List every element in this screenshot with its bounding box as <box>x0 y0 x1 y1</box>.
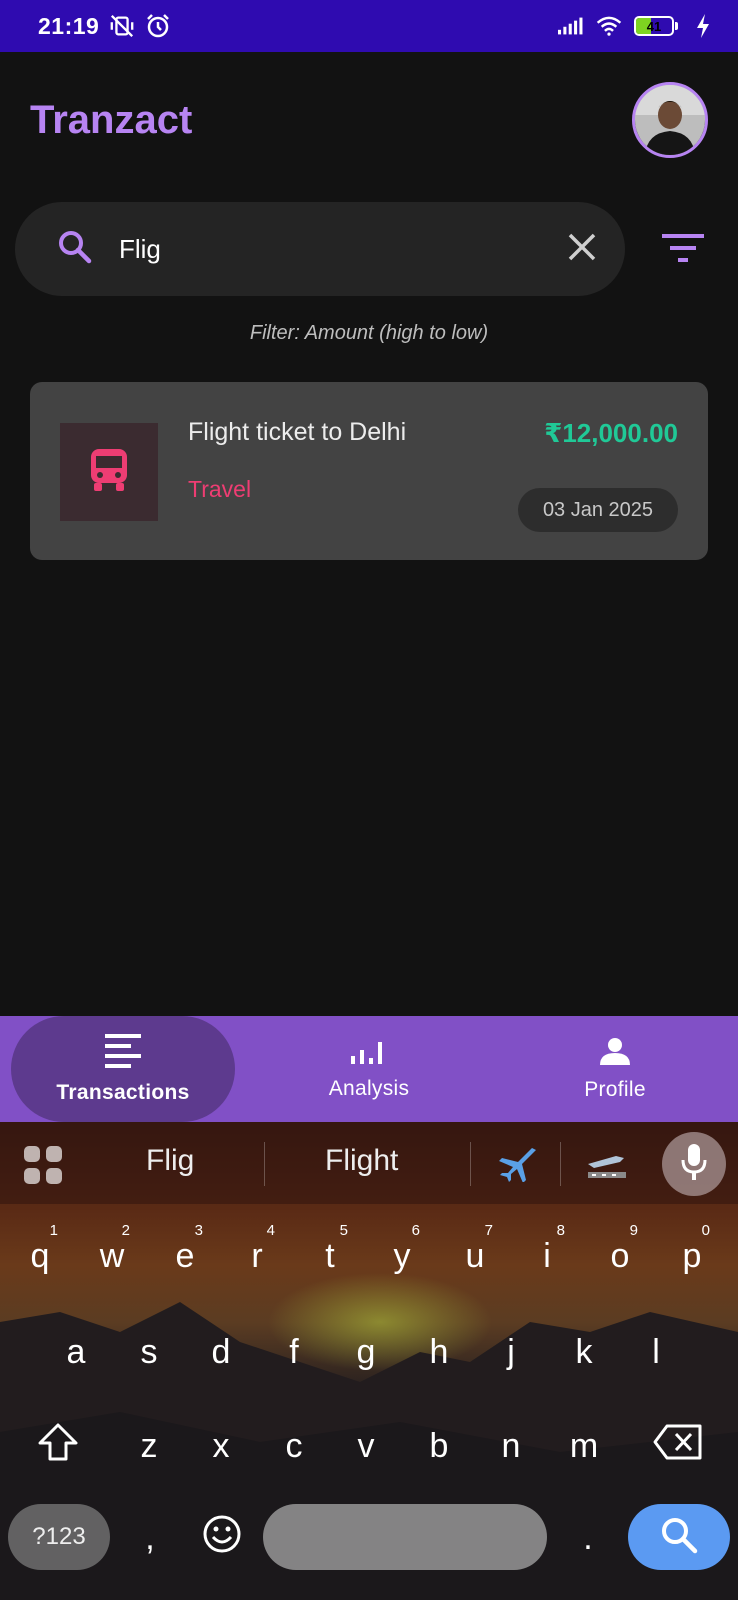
key-z[interactable]: z <box>117 1406 181 1486</box>
period-key[interactable]: . <box>556 1498 620 1578</box>
filter-icon <box>662 232 704 269</box>
search-icon <box>57 229 93 270</box>
apps-grid-icon[interactable] <box>24 1146 62 1184</box>
key-u[interactable]: 7u <box>443 1216 507 1296</box>
key-l[interactable]: l <box>624 1312 688 1392</box>
backspace-icon <box>653 1424 703 1469</box>
status-bar: 21:19 41 <box>0 0 738 52</box>
key-n[interactable]: n <box>479 1406 543 1486</box>
keyboard: Flig Flight 1q 2w 3e 4r 5t 6y 7u 8i 9o 0… <box>0 1122 738 1600</box>
suggestion-1[interactable]: Flig <box>146 1144 194 1178</box>
key-d[interactable]: d <box>189 1312 253 1392</box>
smiley-icon <box>202 1514 242 1563</box>
nav-label-transactions: Transactions <box>56 1080 190 1104</box>
filter-button[interactable] <box>658 228 708 272</box>
space-key[interactable] <box>263 1504 547 1570</box>
category-icon-box <box>60 423 158 521</box>
transaction-category: Travel <box>188 476 252 502</box>
dnd-vibrate-off-icon <box>109 13 135 39</box>
key-p[interactable]: 0p <box>660 1216 724 1296</box>
airplane-emoji[interactable] <box>496 1146 536 1183</box>
mic-button[interactable] <box>662 1132 726 1196</box>
nav-item-profile[interactable]: Profile <box>492 1016 738 1122</box>
key-b[interactable]: b <box>407 1406 471 1486</box>
alarm-icon <box>145 13 171 39</box>
key-a[interactable]: a <box>44 1312 108 1392</box>
avatar[interactable] <box>632 82 708 158</box>
comma-key[interactable]: , <box>118 1498 182 1578</box>
backspace-key[interactable] <box>646 1406 710 1486</box>
search-bar[interactable]: Flig <box>15 202 625 296</box>
airplane-landing-emoji[interactable] <box>586 1146 626 1182</box>
search-input[interactable]: Flig <box>119 234 567 265</box>
person-icon <box>598 1037 632 1070</box>
nav-label-profile: Profile <box>584 1077 646 1101</box>
transaction-amount: ₹12,000.00 <box>544 418 678 448</box>
clear-icon[interactable] <box>567 232 597 267</box>
key-j[interactable]: j <box>479 1312 543 1392</box>
key-h[interactable]: h <box>407 1312 471 1392</box>
app-title: Tranzact <box>30 98 193 142</box>
shift-key[interactable] <box>26 1406 90 1486</box>
key-q[interactable]: 1q <box>8 1216 72 1296</box>
list-icon <box>105 1033 141 1073</box>
nav-item-transactions[interactable]: Transactions <box>0 1016 246 1122</box>
key-x[interactable]: x <box>189 1406 253 1486</box>
status-time: 21:19 <box>38 12 100 39</box>
signal-icon <box>558 13 584 39</box>
bottom-nav: Transactions Analysis Profile <box>0 1016 738 1122</box>
key-f[interactable]: f <box>262 1312 326 1392</box>
bus-icon <box>89 447 129 498</box>
key-r[interactable]: 4r <box>225 1216 289 1296</box>
key-k[interactable]: k <box>552 1312 616 1392</box>
shift-icon <box>36 1422 80 1471</box>
key-e[interactable]: 3e <box>153 1216 217 1296</box>
symbols-key[interactable]: ?123 <box>8 1504 110 1570</box>
charging-icon <box>690 13 716 39</box>
key-g[interactable]: g <box>334 1312 398 1392</box>
emoji-key[interactable] <box>190 1498 254 1578</box>
key-s[interactable]: s <box>117 1312 181 1392</box>
key-m[interactable]: m <box>552 1406 616 1486</box>
key-t[interactable]: 5t <box>298 1216 362 1296</box>
key-o[interactable]: 9o <box>588 1216 652 1296</box>
battery-level: 41 <box>646 18 662 34</box>
suggestion-2[interactable]: Flight <box>325 1144 398 1178</box>
transaction-date: 03 Jan 2025 <box>518 488 678 532</box>
bar-chart-icon <box>350 1038 387 1069</box>
transaction-card[interactable]: Flight ticket to Delhi Travel ₹12,000.00… <box>30 382 708 560</box>
nav-item-analysis[interactable]: Analysis <box>246 1016 492 1122</box>
wifi-icon <box>596 13 622 39</box>
profile-photo <box>635 85 705 155</box>
key-v[interactable]: v <box>334 1406 398 1486</box>
battery-icon: 41 <box>634 16 678 36</box>
key-c[interactable]: c <box>262 1406 326 1486</box>
search-icon <box>659 1515 699 1560</box>
filter-label: Filter: Amount (high to low) <box>249 322 489 344</box>
key-y[interactable]: 6y <box>370 1216 434 1296</box>
mic-icon <box>681 1143 707 1185</box>
key-i[interactable]: 8i <box>515 1216 579 1296</box>
transaction-title: Flight ticket to Delhi <box>188 418 407 446</box>
nav-label-analysis: Analysis <box>328 1076 410 1100</box>
key-w[interactable]: 2w <box>80 1216 144 1296</box>
keyboard-search-key[interactable] <box>628 1504 730 1570</box>
